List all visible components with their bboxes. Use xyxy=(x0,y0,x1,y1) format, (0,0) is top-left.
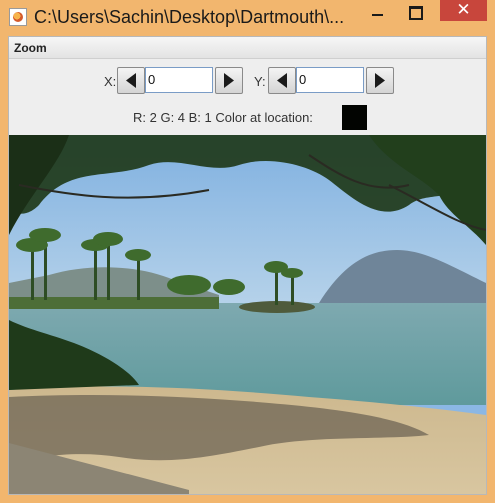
triangle-left-icon xyxy=(126,73,136,88)
y-field[interactable]: 0 xyxy=(296,67,364,93)
client-area: Zoom X: 0 Y: 0 R: 2 G: 4 B: 1 Color at l… xyxy=(8,36,487,495)
color-readout: R: 2 G: 4 B: 1 Color at location: xyxy=(133,110,313,125)
menu-zoom[interactable]: Zoom xyxy=(14,41,47,55)
x-field[interactable]: 0 xyxy=(145,67,213,93)
beach-photo xyxy=(9,135,486,494)
y-increment-button[interactable] xyxy=(366,67,394,94)
zoom-image-canvas[interactable] xyxy=(9,135,486,494)
java-app-icon[interactable] xyxy=(9,8,27,26)
triangle-left-icon xyxy=(277,73,287,88)
x-decrement-button[interactable] xyxy=(117,67,145,94)
triangle-right-icon xyxy=(375,73,385,88)
close-button[interactable]: ✕ xyxy=(440,0,487,21)
x-increment-button[interactable] xyxy=(215,67,243,94)
x-label: X: xyxy=(104,74,117,89)
maximize-button[interactable] xyxy=(400,0,430,24)
window-title: C:\Users\Sachin\Desktop\Dartmouth\... xyxy=(34,7,345,27)
menu-bar: Zoom xyxy=(9,37,486,59)
y-label: Y: xyxy=(254,74,266,89)
title-bar[interactable]: C:\Users\Sachin\Desktop\Dartmouth\... ✕ xyxy=(0,0,495,36)
y-decrement-button[interactable] xyxy=(268,67,296,94)
close-icon: ✕ xyxy=(456,0,471,20)
minimize-icon xyxy=(372,14,383,16)
color-swatch xyxy=(342,105,367,130)
triangle-right-icon xyxy=(224,73,234,88)
maximize-icon xyxy=(409,6,423,20)
minimize-button[interactable] xyxy=(364,0,391,24)
app-window: C:\Users\Sachin\Desktop\Dartmouth\... ✕ … xyxy=(0,0,495,503)
